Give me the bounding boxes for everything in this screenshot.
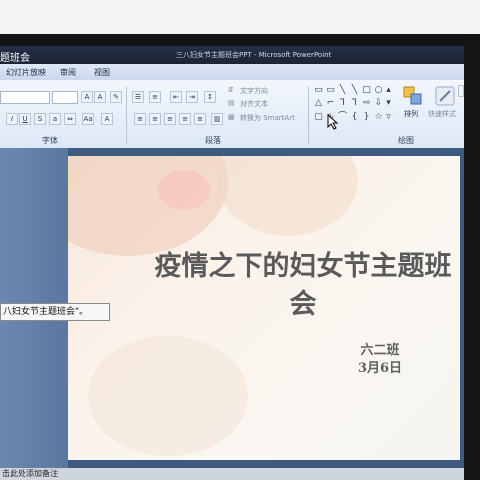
font-color-button[interactable]: A <box>101 113 113 125</box>
grow-font-button[interactable]: A <box>81 91 93 103</box>
justify-button[interactable]: ≡ <box>179 113 191 125</box>
shrink-font-button[interactable]: A <box>94 91 106 103</box>
numbering-button[interactable]: ≡ <box>149 91 161 103</box>
flower-decoration <box>158 170 210 210</box>
align-text-button[interactable]: 对齐文本 <box>240 99 268 109</box>
paragraph-group-label: 段落 <box>205 136 221 145</box>
align-center-button[interactable]: ≡ <box>149 113 161 125</box>
window-title: 三八妇女节主题班会PPT - Microsoft PowerPoint <box>176 51 332 59</box>
drawing-group-label: 绘图 <box>398 136 414 145</box>
slide-canvas[interactable]: 疫情之下的妇女节主题班会 六二班 3月6日 <box>68 156 460 460</box>
slide-background-decoration <box>68 156 228 256</box>
arrow-line-shape-icon[interactable]: ╲ <box>350 86 359 95</box>
window-title-bar: 题班会 三八妇女节主题班会PPT - Microsoft PowerPoint <box>0 46 464 64</box>
rectangle-shape-icon[interactable]: □ <box>362 86 371 95</box>
down-arrow-shape-icon[interactable]: ⇩ <box>374 99 383 108</box>
arc-shape-icon[interactable]: ⌒ <box>338 113 347 122</box>
notes-pane[interactable]: 击此处添加备注 <box>0 468 464 480</box>
monitor-bezel-right <box>464 34 480 480</box>
strikethrough-button[interactable]: S <box>34 113 46 125</box>
slide-class-name: 六二班 <box>360 343 400 358</box>
slide-background-decoration <box>218 156 358 236</box>
increase-indent-button[interactable]: ⇥ <box>186 91 198 103</box>
underline-button[interactable]: U <box>19 113 31 125</box>
monitor-bezel-top <box>0 0 480 34</box>
align-left-button[interactable]: ≡ <box>134 113 146 125</box>
brace-shape-icon[interactable]: { <box>350 113 359 122</box>
distribute-button[interactable]: ≡ <box>194 113 206 125</box>
font-size-select[interactable] <box>52 91 78 104</box>
slide-date: 3月6日 <box>357 361 403 376</box>
tab-slideshow[interactable]: 幻灯片放映 <box>6 67 46 78</box>
tab-view[interactable]: 视图 <box>94 67 110 78</box>
columns-button[interactable]: ▥ <box>211 113 223 125</box>
slide-subtitle[interactable]: 六二班 3月6日 <box>340 342 420 378</box>
line-shape-icon[interactable]: ╲ <box>338 86 347 95</box>
arrange-button[interactable]: 排列 <box>404 109 418 119</box>
bullets-button[interactable]: ☰ <box>132 91 144 103</box>
char-spacing-button[interactable]: ⇔ <box>64 113 76 125</box>
quick-styles-icon[interactable] <box>434 85 456 107</box>
screen: 题班会 三八妇女节主题班会PPT - Microsoft PowerPoint … <box>0 0 480 480</box>
rounded-rect-shape-icon[interactable]: ▢ <box>314 113 323 122</box>
brace-right-shape-icon[interactable]: } <box>362 113 371 122</box>
italic-button[interactable]: I <box>6 113 18 125</box>
clear-format-button[interactable]: ✎ <box>110 91 122 103</box>
monitor-bezel-strip <box>0 34 480 46</box>
separator <box>126 86 127 144</box>
scroll-up-icon[interactable]: ▴ <box>384 86 393 95</box>
more-shapes-icon[interactable]: ▿ <box>384 113 393 122</box>
curved-connector-shape-icon[interactable]: ⅂ <box>350 99 359 108</box>
right-arrow-shape-icon[interactable]: ⇨ <box>362 99 371 108</box>
smartart-icon[interactable]: ▦ <box>228 113 235 121</box>
line-spacing-button[interactable]: ↕ <box>204 91 216 103</box>
convert-smartart-button[interactable]: 转换为 SmartArt <box>240 113 295 123</box>
mouse-cursor-icon <box>327 114 339 130</box>
font-group-label: 字体 <box>42 136 58 145</box>
align-right-button[interactable]: ≡ <box>164 113 176 125</box>
tooltip: 八妇女节主题班会"。 <box>0 303 110 321</box>
shape-fill-button[interactable] <box>458 85 464 97</box>
oval-shape-icon[interactable]: ○ <box>374 86 383 95</box>
decrease-indent-button[interactable]: ⇤ <box>170 91 182 103</box>
elbow-connector-shape-icon[interactable]: ⌐ <box>326 99 335 108</box>
notes-placeholder: 击此处添加备注 <box>2 469 58 478</box>
slide-background-decoration <box>88 336 248 456</box>
align-text-icon[interactable]: ▤ <box>228 99 235 107</box>
window-left-title: 题班会 <box>0 53 30 64</box>
vertical-textbox-shape-icon[interactable]: ▭ <box>326 86 335 95</box>
arrange-icon[interactable] <box>402 85 424 107</box>
ribbon: A A ✎ I U S a ⇔ Aa A 字体 ☰ ≡ ⇤ ⇥ ↕ ≡ ≡ ≡ … <box>0 80 464 149</box>
star-shape-icon[interactable]: ☆ <box>374 113 383 122</box>
change-case-button[interactable]: Aa <box>82 113 94 125</box>
ribbon-tab-bar: 幻灯片放映 审阅 视图 <box>0 64 464 81</box>
slide-title[interactable]: 疫情之下的妇女节主题班会 <box>148 248 458 324</box>
text-direction-icon[interactable]: ⇵ <box>228 86 234 94</box>
separator <box>308 86 309 144</box>
shapes-gallery[interactable]: ▭ ▭ ╲ ╲ □ ○ ▴ △ ⌐ ⅂ ⅂ ⇨ ⇩ ▾ ▢ ∿ ⌒ { } ☆ … <box>314 86 392 130</box>
scroll-down-icon[interactable]: ▾ <box>384 99 393 108</box>
text-direction-button[interactable]: 文字方向 <box>240 86 268 96</box>
connector-shape-icon[interactable]: ⅂ <box>338 99 347 108</box>
textbox-shape-icon[interactable]: ▭ <box>314 86 323 95</box>
font-name-select[interactable] <box>0 91 50 104</box>
tab-review[interactable]: 审阅 <box>60 67 76 78</box>
spacing-button[interactable]: a <box>49 113 61 125</box>
triangle-shape-icon[interactable]: △ <box>314 99 323 108</box>
quick-styles-button[interactable]: 快速样式 <box>428 109 456 119</box>
